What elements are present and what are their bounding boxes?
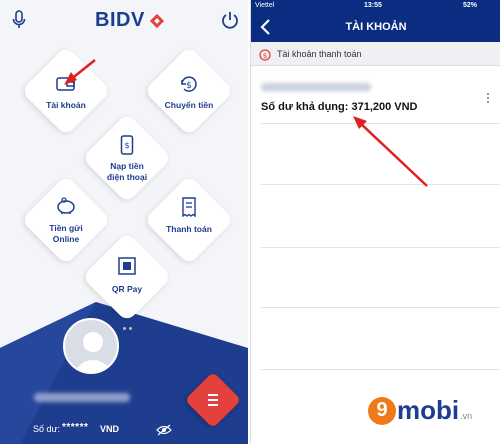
watermark-suffix: .vn <box>460 410 473 421</box>
watermark-digit: 9 <box>368 396 396 425</box>
watermark-logo: 9 mobi .vn <box>368 395 472 426</box>
account-detail-screen: Viettel 13:55 52% TÀI KHOẢN $ Tài khoản … <box>250 0 500 444</box>
bidv-home-screen: BIDV Tài khoản $ Chuyển tiền $ Nạp tiền … <box>0 0 248 444</box>
watermark-brand: mobi <box>397 395 460 425</box>
annotation-arrow <box>64 59 96 85</box>
annotation-arrow <box>353 116 428 187</box>
